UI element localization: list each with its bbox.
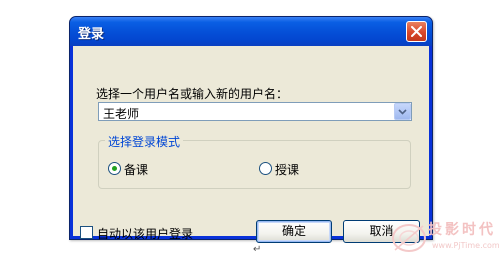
auto-login-checkbox[interactable] — [80, 226, 93, 239]
username-combobox[interactable]: 王老师 — [98, 102, 412, 121]
radio-teach-lesson-label[interactable]: 授课 — [275, 161, 299, 178]
radio-prepare-lesson-label[interactable]: 备课 — [124, 161, 148, 178]
close-button[interactable] — [406, 21, 427, 42]
paragraph-mark: ↵ — [253, 244, 262, 255]
auto-login-label[interactable]: 自动以该用户登录 — [97, 225, 193, 242]
watermark-text: 投影时代 — [428, 222, 496, 238]
close-icon — [411, 26, 422, 37]
username-prompt: 选择一个用户名或输入新的用户名： — [96, 87, 289, 101]
dropdown-button[interactable] — [394, 103, 411, 120]
radio-selected-dot — [112, 166, 117, 171]
radio-prepare-lesson[interactable] — [108, 162, 121, 175]
username-value[interactable]: 王老师 — [103, 105, 139, 122]
login-mode-title: 选择登录模式 — [105, 133, 184, 150]
title-bar[interactable]: 登录 — [70, 17, 432, 46]
watermark-url: www.PjTime.com — [432, 241, 500, 250]
dialog-title: 登录 — [78, 27, 105, 42]
radio-teach-lesson[interactable] — [259, 162, 272, 175]
login-dialog: 登录 选择一个用户名或输入新的用户名： 王老师 选择登录模式 备课 授课 自动以… — [69, 16, 433, 243]
ok-button[interactable]: 确定 — [256, 220, 332, 243]
chevron-down-icon — [398, 109, 407, 115]
dialog-body: 选择一个用户名或输入新的用户名： 王老师 选择登录模式 备课 授课 自动以该用户… — [73, 46, 429, 243]
